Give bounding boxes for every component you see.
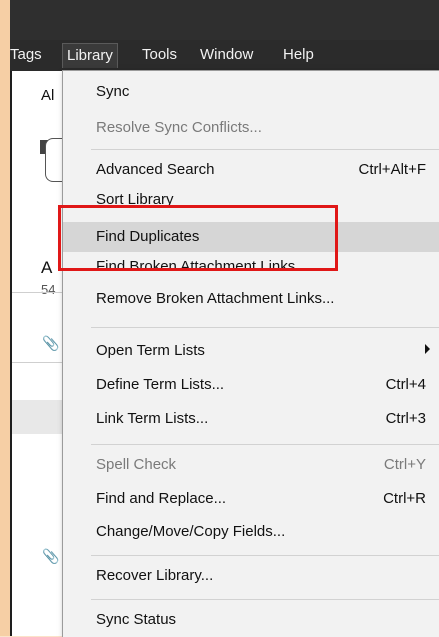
menu-item-sync[interactable]: Sync	[63, 77, 439, 107]
menu-separator	[91, 599, 439, 600]
menu-item-label: Advanced Search	[96, 161, 215, 178]
menu-separator	[91, 555, 439, 556]
menu-help[interactable]: Help	[283, 46, 314, 63]
menu-item-spell-check: Spell Check Ctrl+Y	[63, 450, 439, 480]
menu-library[interactable]: Library	[62, 43, 118, 68]
panel-label-al: Al	[41, 87, 55, 104]
title-bar	[10, 0, 439, 40]
menu-item-label: Remove Broken Attachment Links...	[96, 290, 335, 307]
window-left-edge	[0, 0, 10, 636]
library-dropdown-menu: Sync Resolve Sync Conflicts... Advanced …	[62, 70, 439, 637]
menu-item-label: Resolve Sync Conflicts...	[96, 119, 262, 136]
menu-item-resolve-sync-conflicts: Resolve Sync Conflicts...	[63, 113, 439, 143]
annotation-highlight-box	[58, 205, 338, 271]
menu-item-shortcut: Ctrl+3	[385, 410, 426, 427]
menu-item-remove-broken-attachment-links[interactable]: Remove Broken Attachment Links...	[63, 284, 439, 314]
menu-item-label: Open Term Lists	[96, 342, 205, 359]
menu-tags[interactable]: Tags	[10, 46, 42, 63]
menu-tools[interactable]: Tools	[142, 46, 177, 63]
menu-item-label: Recover Library...	[96, 567, 214, 584]
menu-item-shortcut: Ctrl+Alt+F	[358, 161, 426, 178]
menu-bar: Tags Library Tools Window Help	[10, 40, 439, 71]
menu-item-advanced-search[interactable]: Advanced Search Ctrl+Alt+F	[63, 155, 439, 185]
menu-item-label: Sync Status	[96, 611, 177, 628]
menu-item-shortcut: Ctrl+Y	[383, 456, 426, 473]
menu-item-label: Define Term Lists...	[96, 376, 225, 393]
chevron-right-icon	[425, 344, 430, 354]
menu-separator	[91, 149, 439, 150]
menu-item-shortcut: Ctrl+R	[383, 490, 426, 507]
menu-item-find-and-replace[interactable]: Find and Replace... Ctrl+R	[63, 484, 439, 514]
menu-separator	[91, 327, 439, 328]
panel-label-count: 54	[41, 282, 56, 297]
paperclip-icon: 📎	[42, 548, 60, 564]
menu-item-label: Link Term Lists...	[96, 410, 209, 427]
paperclip-icon: 📎	[42, 335, 60, 351]
menu-item-define-term-lists[interactable]: Define Term Lists... Ctrl+4	[63, 370, 439, 400]
menu-item-recover-library[interactable]: Recover Library...	[63, 561, 439, 591]
menu-item-label: Change/Move/Copy Fields...	[96, 523, 286, 540]
menu-item-shortcut: Ctrl+4	[385, 376, 426, 393]
menu-item-label: Find and Replace...	[96, 490, 227, 507]
menu-item-change-move-copy-fields[interactable]: Change/Move/Copy Fields...	[63, 517, 439, 547]
menu-item-label: Spell Check	[96, 456, 177, 473]
menu-item-open-term-lists[interactable]: Open Term Lists	[63, 336, 439, 366]
screenshot-frame: Tags Library Tools Window Help Al A 54 📎…	[0, 0, 439, 637]
menu-window[interactable]: Window	[200, 46, 253, 63]
menu-item-link-term-lists[interactable]: Link Term Lists... Ctrl+3	[63, 404, 439, 434]
menu-item-sync-status[interactable]: Sync Status	[63, 605, 439, 635]
menu-separator	[91, 444, 439, 445]
panel-label-a: A	[41, 258, 53, 277]
menu-item-label: Sync	[96, 83, 130, 100]
